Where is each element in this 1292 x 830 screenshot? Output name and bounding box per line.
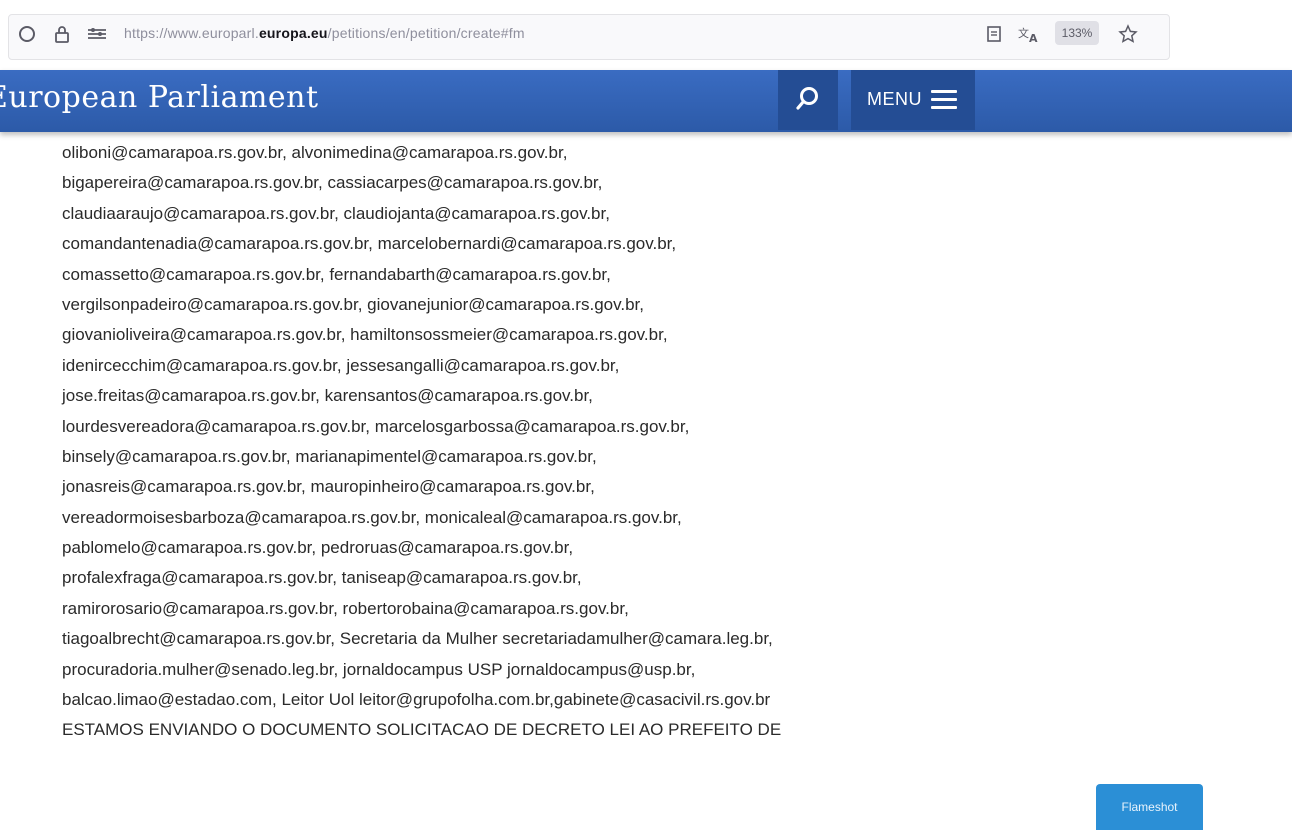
text-line: balcao.limao@estadao.com, Leitor Uol lei… <box>62 690 771 710</box>
text-line: comassetto@camarapoa.rs.gov.br, fernanda… <box>62 264 611 284</box>
text-line: lourdesvereadora@camarapoa.rs.gov.br, ma… <box>62 416 690 436</box>
search-icon <box>796 86 820 117</box>
search-button[interactable] <box>778 70 838 130</box>
text-line: bigapereira@camarapoa.rs.gov.br, cassiac… <box>62 173 603 193</box>
translate-icon[interactable]: 文A <box>1016 24 1042 50</box>
zoom-level-button[interactable]: 133% <box>1055 21 1099 45</box>
text-line: pablomelo@camarapoa.rs.gov.br, pedroruas… <box>62 538 574 558</box>
text-line: procuradoria.mulher@senado.leg.br, jorna… <box>62 659 696 679</box>
text-line: binsely@camarapoa.rs.gov.br, marianapime… <box>62 446 597 466</box>
text-line: oliboni@camarapoa.rs.gov.br, alvonimedin… <box>62 143 568 162</box>
text-line: tiagoalbrecht@camarapoa.rs.gov.br, Secre… <box>62 629 773 649</box>
text-line: jose.freitas@camarapoa.rs.gov.br, karens… <box>62 386 593 406</box>
url-suffix: /petitions/en/petition/create#fm <box>327 25 525 41</box>
text-line: vereadormoisesbarboza@camarapoa.rs.gov.b… <box>62 507 682 527</box>
lock-icon[interactable] <box>54 24 70 48</box>
text-line: ESTAMOS ENVIANDO O DOCUMENTO SOLICITACAO… <box>62 720 782 740</box>
petition-text: oliboni@camarapoa.rs.gov.br, alvonimedin… <box>62 138 1062 746</box>
text-line: vergilsonpadeiro@camarapoa.rs.gov.br, gi… <box>62 294 644 314</box>
text-line: jonasreis@camarapoa.rs.gov.br, mauropinh… <box>62 477 595 497</box>
menu-button[interactable]: MENU <box>851 70 975 130</box>
text-line: claudiaaraujo@camarapoa.rs.gov.br, claud… <box>62 203 610 223</box>
text-line: idenircecchim@camarapoa.rs.gov.br, jesse… <box>62 355 620 375</box>
text-line: comandantenadia@camarapoa.rs.gov.br, mar… <box>62 234 677 254</box>
browser-toolbar: https://www.europarl.europa.eu/petitions… <box>0 0 1292 70</box>
svg-text:A: A <box>1029 32 1038 44</box>
text-line: profalexfraga@camarapoa.rs.gov.br, tanis… <box>62 568 582 588</box>
reader-view-icon[interactable] <box>986 24 1002 48</box>
url-domain: europa.eu <box>258 25 328 41</box>
bookmark-star-icon[interactable] <box>1118 24 1138 48</box>
flameshot-button[interactable]: Flameshot <box>1096 784 1203 830</box>
url-prefix: https://www.europarl. <box>124 25 259 41</box>
svg-text:文: 文 <box>1018 26 1029 40</box>
site-title[interactable]: European Parliament <box>0 80 319 115</box>
shield-icon[interactable] <box>18 24 36 48</box>
text-line: giovanioliveira@camarapoa.rs.gov.br, ham… <box>62 325 668 345</box>
menu-label: MENU <box>867 89 922 109</box>
hamburger-icon <box>931 90 957 110</box>
permissions-icon[interactable] <box>86 24 108 48</box>
site-header: European Parliament MENU <box>0 70 1292 132</box>
text-line: ramirorosario@camarapoa.rs.gov.br, rober… <box>62 598 629 618</box>
url-text[interactable]: https://www.europarl.europa.eu/petitions… <box>124 25 525 41</box>
